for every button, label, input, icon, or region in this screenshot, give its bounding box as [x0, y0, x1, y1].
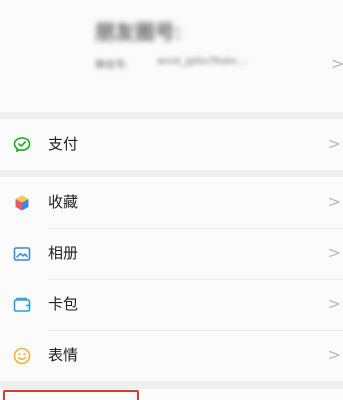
profile-card[interactable]: 朋友圈号: 微信号: wxid_jgtbcf9abc... > [0, 0, 343, 112]
wechat-me-screen: 朋友圈号: 微信号: wxid_jgtbcf9abc... > 支付 > 收藏 … [0, 0, 343, 400]
menu-item-album-label: 相册 [48, 244, 79, 262]
features-section: 收藏 > 相册 > 卡包 > 表情 > [0, 177, 343, 381]
card-wallet-icon [12, 295, 32, 315]
chevron-right-icon: > [331, 54, 343, 73]
wechat-pay-icon [12, 135, 32, 155]
profile-id-label: 微信号: [95, 60, 129, 71]
chevron-right-icon: > [327, 192, 341, 211]
highlight-annotation-box [3, 390, 139, 400]
profile-id-value: wxid_jgtbcf9abc... [157, 56, 248, 67]
sticker-smile-icon [12, 346, 32, 366]
menu-item-cards-label: 卡包 [48, 295, 79, 313]
menu-item-favorites-label: 收藏 [48, 193, 79, 211]
favorites-cube-icon [12, 193, 32, 213]
menu-item-stickers-label: 表情 [48, 346, 79, 364]
chevron-right-icon: > [327, 134, 341, 153]
menu-item-pay[interactable]: 支付 > [0, 119, 343, 170]
album-photo-icon [12, 244, 32, 264]
pay-section: 支付 > [0, 119, 343, 170]
chevron-right-icon: > [327, 294, 341, 313]
chevron-right-icon: > [327, 243, 341, 262]
chevron-right-icon: > [327, 345, 341, 364]
menu-item-favorites[interactable]: 收藏 > [0, 177, 343, 228]
menu-item-album[interactable]: 相册 > [0, 228, 343, 279]
profile-name: 朋友圈号: [95, 20, 182, 44]
menu-item-stickers[interactable]: 表情 > [0, 330, 343, 381]
menu-item-pay-label: 支付 [48, 135, 79, 153]
menu-item-cards[interactable]: 卡包 > [0, 279, 343, 330]
